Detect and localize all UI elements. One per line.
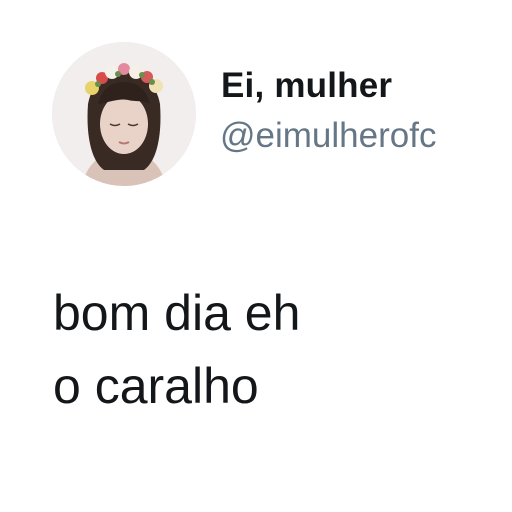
tweet-card: Ei, mulher @eimulherofc bom dia eh o car… [0, 0, 512, 512]
avatar[interactable] [52, 42, 196, 186]
tweet-line-1: bom dia eh [53, 285, 301, 341]
display-name[interactable]: Ei, mulher [221, 66, 392, 106]
tweet-text: bom dia eh o caralho [53, 277, 300, 423]
profile-photo-icon [52, 42, 196, 186]
user-handle[interactable]: @eimulherofc [220, 116, 436, 156]
tweet-line-2: o caralho [53, 358, 259, 414]
